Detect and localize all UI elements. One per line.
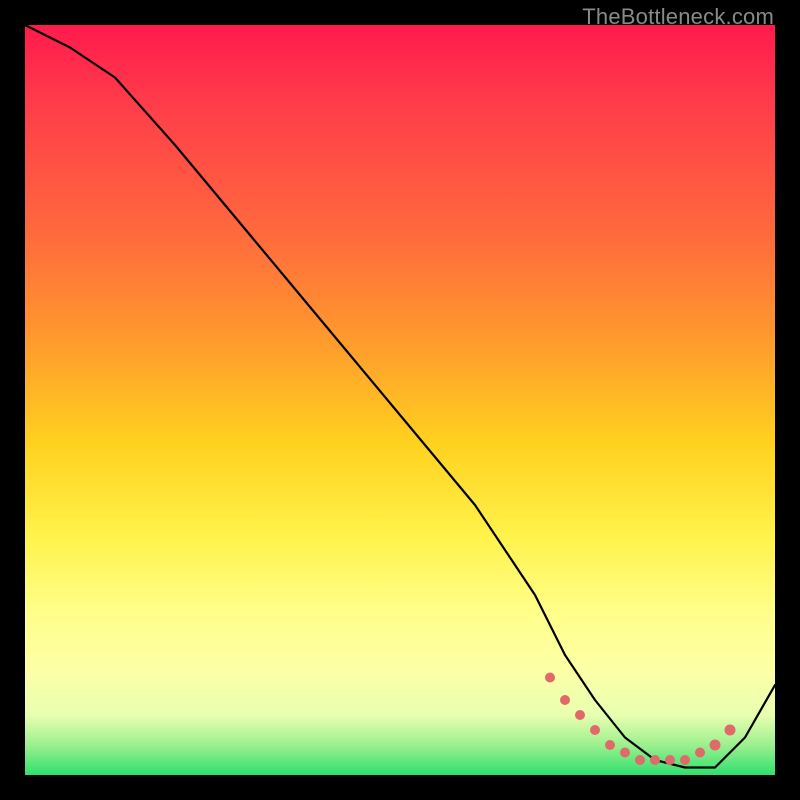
chart-frame: TheBottleneck.com [0, 0, 800, 800]
highlight-dot [560, 695, 570, 705]
highlight-dot [620, 748, 630, 758]
plot-area [25, 25, 775, 775]
curve-layer [25, 25, 775, 775]
highlight-dot [635, 755, 645, 765]
highlight-dot [695, 748, 705, 758]
highlight-dot [650, 755, 660, 765]
highlight-dots [545, 673, 736, 766]
bottleneck-curve [25, 25, 775, 768]
highlight-dot [605, 740, 615, 750]
highlight-dot [590, 725, 600, 735]
highlight-dot [665, 755, 675, 765]
watermark-text: TheBottleneck.com [582, 4, 774, 30]
highlight-dot [710, 740, 721, 751]
highlight-dot [575, 710, 585, 720]
highlight-dot [545, 673, 555, 683]
highlight-dot [725, 725, 736, 736]
highlight-dot [680, 755, 690, 765]
